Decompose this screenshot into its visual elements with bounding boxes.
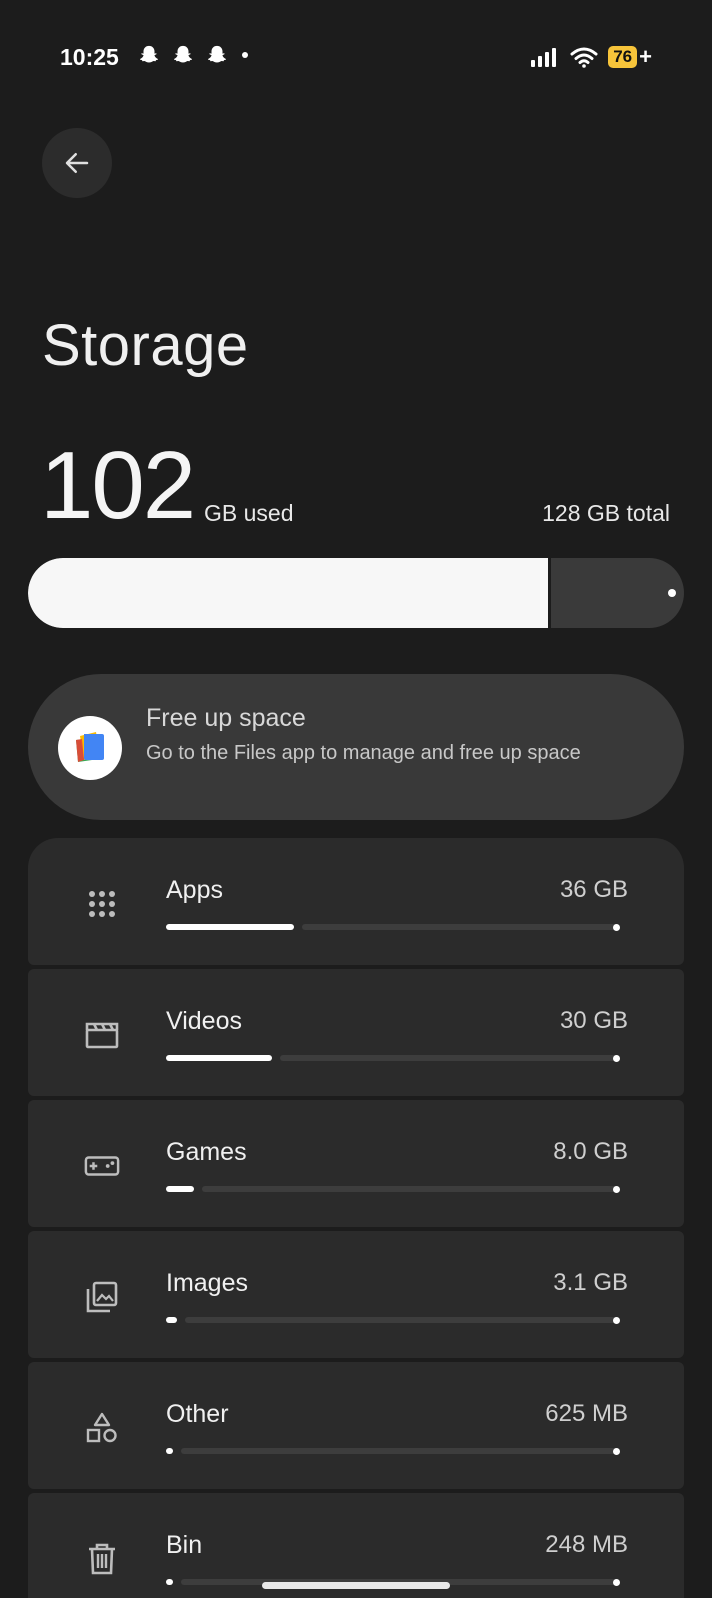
battery-indicator: 76 + (608, 44, 652, 70)
notification-icons (138, 44, 250, 66)
category-usage-bar (166, 1186, 620, 1193)
category-size: 248 MB (545, 1531, 628, 1558)
apps-grid-icon (84, 886, 120, 922)
category-size: 8.0 GB (553, 1138, 628, 1165)
category-name: Other (166, 1400, 229, 1428)
battery-level: 76 (608, 46, 638, 68)
category-usage-end-dot (613, 1055, 620, 1062)
category-other[interactable]: Other 625 MB (28, 1362, 684, 1489)
category-usage-end-dot (613, 1579, 620, 1586)
storage-usage-end-dot (668, 589, 676, 597)
category-usage-bar (166, 924, 620, 931)
status-right: 76 + (530, 44, 652, 70)
category-usage-track (280, 1055, 620, 1061)
shapes-icon (84, 1410, 120, 1446)
images-icon (84, 1279, 120, 1315)
category-name: Videos (166, 1007, 242, 1035)
category-usage-fill (166, 1317, 177, 1323)
free-up-space-card[interactable]: Free up space Go to the Files app to man… (28, 674, 684, 820)
category-name: Games (166, 1138, 247, 1166)
category-usage-fill (166, 1186, 194, 1192)
trash-icon (84, 1541, 120, 1577)
used-storage-number: 102 (40, 432, 196, 539)
snapchat-icon (173, 45, 193, 63)
category-videos[interactable]: Videos 30 GB (28, 969, 684, 1096)
storage-category-list: Apps 36 GB Videos 30 GB Games 8.0 GB Ima… (28, 838, 684, 1598)
files-app-icon (58, 716, 122, 780)
category-usage-bar (166, 1055, 620, 1062)
dot-icon (242, 52, 248, 58)
category-usage-track (302, 924, 620, 930)
status-time: 10:25 (60, 44, 119, 70)
category-usage-fill (166, 1448, 173, 1454)
gamepad-icon (84, 1148, 120, 1184)
free-up-space-title: Free up space (146, 704, 306, 732)
category-name: Apps (166, 876, 223, 904)
category-size: 30 GB (559, 1007, 628, 1034)
storage-usage-bar (28, 558, 684, 628)
free-up-space-subtitle: Go to the Files app to manage and free u… (146, 742, 581, 764)
category-usage-fill (166, 924, 294, 930)
snapchat-icon (207, 45, 227, 63)
category-usage-track (202, 1186, 620, 1192)
clapperboard-icon (84, 1017, 120, 1053)
category-usage-track (185, 1317, 620, 1323)
category-size: 36 GB (559, 876, 628, 903)
category-usage-fill (166, 1055, 272, 1061)
wifi-icon (570, 47, 598, 68)
total-storage-label: 128 GB total (542, 500, 670, 526)
category-usage-fill (166, 1579, 173, 1585)
storage-usage-fill (28, 558, 551, 628)
charging-indicator: + (639, 44, 652, 69)
category-usage-track (181, 1448, 620, 1454)
used-storage-unit: GB used (204, 500, 294, 526)
category-size: 3.1 GB (553, 1269, 628, 1296)
category-apps[interactable]: Apps 36 GB (28, 838, 684, 965)
category-name: Bin (166, 1531, 203, 1559)
category-games[interactable]: Games 8.0 GB (28, 1100, 684, 1227)
category-usage-end-dot (613, 924, 620, 931)
category-name: Images (166, 1269, 248, 1297)
category-usage-bar (166, 1448, 620, 1455)
arrow-left-icon (65, 153, 89, 173)
page-title: Storage (42, 313, 249, 378)
category-images[interactable]: Images 3.1 GB (28, 1231, 684, 1358)
category-usage-bar (166, 1317, 620, 1324)
back-button[interactable] (42, 128, 112, 198)
home-indicator[interactable] (262, 1582, 450, 1589)
category-size: 625 MB (545, 1400, 628, 1427)
status-bar: 10:25 76 + (0, 0, 712, 118)
category-usage-end-dot (613, 1186, 620, 1193)
category-usage-end-dot (613, 1448, 620, 1455)
snapchat-icon (139, 45, 159, 63)
category-usage-end-dot (613, 1317, 620, 1324)
signal-icon (531, 48, 557, 67)
